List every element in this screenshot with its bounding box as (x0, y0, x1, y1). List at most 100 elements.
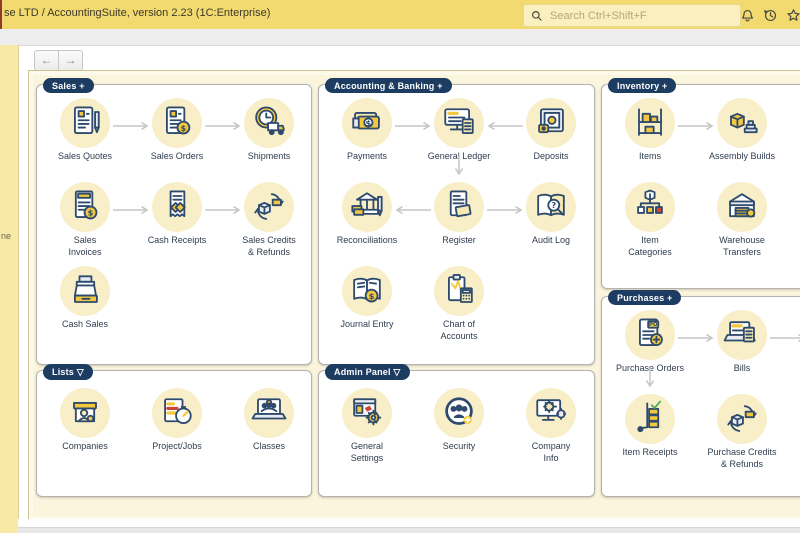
item-categories-icon (625, 182, 675, 232)
sales-credits-refunds-icon (244, 182, 294, 232)
tile-label: Shipments (247, 151, 291, 161)
general-ledger-icon (434, 98, 484, 148)
flow-arrow-right (485, 202, 525, 220)
audit-log-icon: ? (526, 182, 576, 232)
tile-label: Sales Orders (150, 151, 204, 161)
bell-icon[interactable] (736, 4, 758, 26)
bills-icon (717, 310, 767, 360)
flow-arrow-left (485, 118, 525, 136)
register-icon (434, 182, 484, 232)
search-icon (532, 10, 542, 21)
item-receipts-icon (625, 394, 675, 444)
chart-of-accounts-icon (434, 266, 484, 316)
svg-text:$: $ (181, 123, 187, 133)
assembly-builds-icon (717, 98, 767, 148)
tile-label: Deposits (533, 151, 569, 161)
flow-arrow-right (768, 330, 800, 348)
tile-classes[interactable]: Classes (223, 388, 315, 453)
tile-label: Reconciliations (336, 235, 398, 245)
tile-label: Companies (62, 441, 108, 451)
svg-text:$: $ (369, 291, 375, 301)
tile-project-jobs[interactable]: Project/Jobs (131, 388, 223, 453)
shipments-icon (244, 98, 294, 148)
tile-label: Purchase Credits & Refunds (707, 447, 777, 469)
panel-accounting: Accounting & Banking + $ Payments General L… (318, 78, 595, 365)
window-toolbar-strip (0, 29, 800, 46)
tile-security[interactable]: Security (413, 388, 505, 453)
tile-label: General Settings (350, 441, 384, 463)
tile-purchase-credits-refunds[interactable]: Purchase Credits & Refunds (696, 394, 788, 470)
sales-orders-icon: $ (152, 98, 202, 148)
tile-label: Item Categories (628, 235, 672, 257)
sidebar-label-fragment: ne (1, 231, 12, 241)
classes-icon (244, 388, 294, 438)
titlebar-left-accent (0, 0, 2, 29)
company-info-icon (526, 388, 576, 438)
panel-badge-admin[interactable]: Admin Panel ▽ (325, 364, 410, 380)
panel-badge-inventory[interactable]: Inventory + (608, 78, 677, 93)
flow-arrow-right (111, 118, 151, 136)
cash-receipts-icon (152, 182, 202, 232)
project-jobs-icon (152, 388, 202, 438)
svg-text:PO: PO (649, 322, 658, 328)
tile-journal-entry[interactable]: $ Journal Entry (321, 266, 413, 331)
panel-badge-lists[interactable]: Lists ▽ (43, 364, 93, 380)
panel-sales: Sales + Sales Quotes $ Sales Orders Shipment… (36, 78, 315, 365)
favorites-star-icon[interactable] (782, 4, 800, 26)
collapsed-sidebar[interactable]: ne (0, 45, 19, 533)
tile-label: Company Info (531, 441, 571, 463)
panel-purchases: Purchases + PO Purchase Orders Bills Item Re… (601, 290, 800, 497)
forward-button[interactable]: → (58, 50, 83, 71)
tile-label: Cash Sales (61, 319, 109, 329)
tile-label: Warehouse Transfers (719, 235, 765, 257)
companies-icon (60, 388, 110, 438)
back-button[interactable]: ← (34, 50, 58, 71)
panel-badge-sales[interactable]: Sales + (43, 78, 94, 93)
deposits-icon (526, 98, 576, 148)
tile-sales-credits-refunds[interactable]: Sales Credits & Refunds (223, 182, 315, 258)
history-nav: ← → (34, 50, 83, 71)
tile-label: Audit Log (531, 235, 571, 245)
tile-item-categories[interactable]: Item Categories (604, 182, 696, 258)
journal-entry-icon: $ (342, 266, 392, 316)
tile-label: Cash Receipts (147, 235, 207, 245)
flow-arrow-right (111, 202, 151, 220)
history-icon[interactable] (759, 4, 781, 26)
flow-arrow-down (454, 154, 464, 183)
cash-sales-icon (60, 266, 110, 316)
tile-company-info[interactable]: Company Info (505, 388, 597, 464)
app-window: se LTD / AccountingSuite, version 2.23 (… (0, 0, 800, 533)
tile-label: Sales Invoices (68, 235, 102, 257)
payments-icon: $ (342, 98, 392, 148)
flow-arrow-right (676, 118, 716, 136)
tile-cash-sales[interactable]: Cash Sales (39, 266, 131, 331)
tile-label: Sales Quotes (57, 151, 113, 161)
svg-text:?: ? (551, 200, 556, 210)
tile-label: Project/Jobs (152, 441, 202, 451)
tile-warehouse-transfers[interactable]: Warehouse Transfers (696, 182, 788, 258)
tile-label: Classes (252, 441, 285, 451)
svg-text:$: $ (88, 208, 94, 218)
tile-label: Journal Entry (340, 319, 394, 329)
global-search (523, 4, 741, 27)
tile-label: Assembly Builds (708, 151, 776, 161)
search-input[interactable] (548, 8, 722, 23)
tile-general-settings[interactable]: General Settings (321, 388, 413, 464)
flow-arrow-right (393, 118, 433, 136)
bottom-gap (18, 519, 800, 527)
tile-sales-invoices[interactable]: $ Sales Invoices (39, 182, 131, 258)
tile-companies[interactable]: Companies (39, 388, 131, 453)
tile-label: Items (638, 151, 661, 161)
tile-chart-of-accounts[interactable]: Chart of Accounts (413, 266, 505, 342)
sales-invoices-icon: $ (60, 182, 110, 232)
tile-label: Sales Credits & Refunds (242, 235, 296, 257)
flow-arrow-down (645, 366, 655, 395)
flow-arrow-left (393, 202, 433, 220)
tile-item-receipts[interactable]: Item Receipts (604, 394, 696, 459)
panel-badge-purchases[interactable]: Purchases + (608, 290, 682, 305)
flow-arrow-right (676, 330, 716, 348)
panel-badge-accounting[interactable]: Accounting & Banking + (325, 78, 452, 93)
security-icon (434, 388, 484, 438)
flow-arrow-right (203, 118, 243, 136)
tile-label: Chart of Accounts (440, 319, 478, 341)
